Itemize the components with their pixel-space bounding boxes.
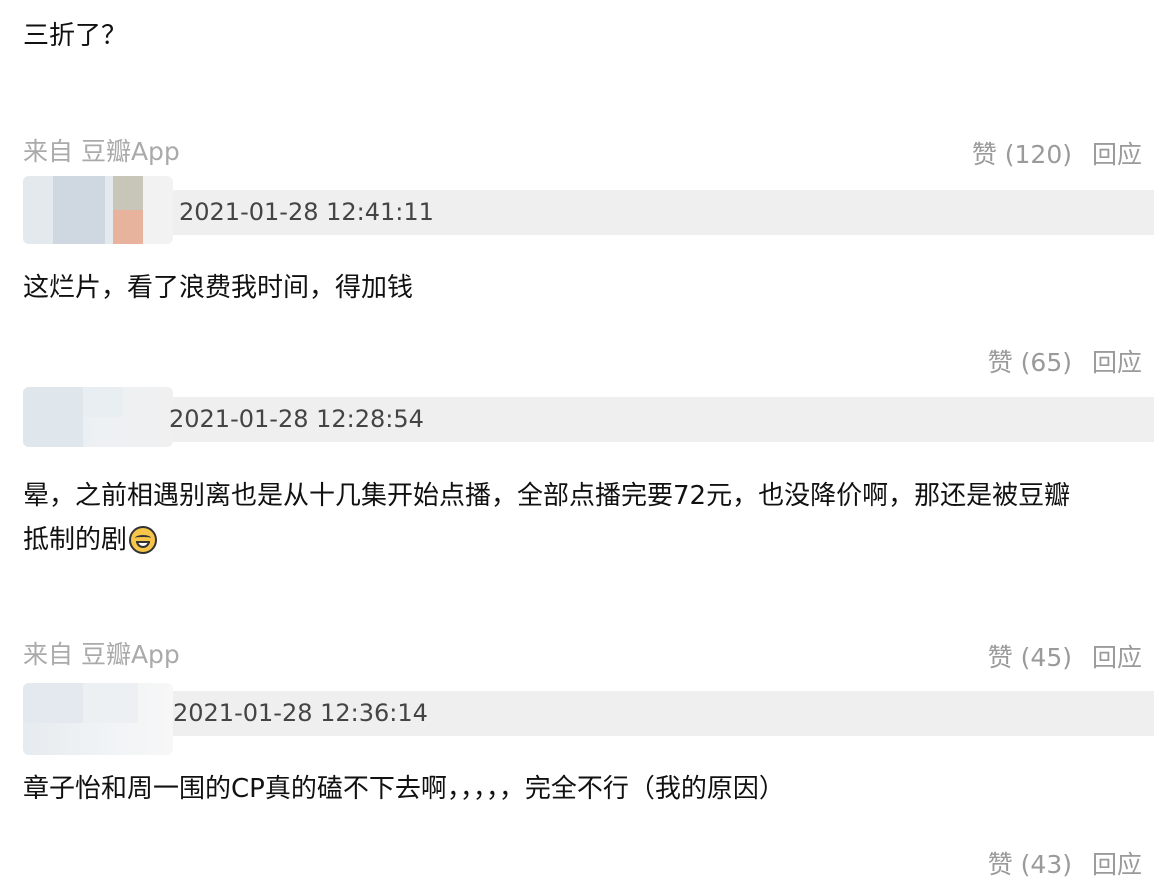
avatar[interactable] xyxy=(23,387,173,447)
comment-text: 章子怡和周一围的CP真的磕不下去啊，，，，，完全不行（我的原因） xyxy=(23,774,785,804)
like-button[interactable]: 赞 (65) xyxy=(988,348,1072,377)
reply-button[interactable]: 回应 xyxy=(1092,140,1142,169)
comment-meta-bar: 2021-01-28 12:28:54 xyxy=(23,387,1154,447)
source-label: 来自 豆瓣App xyxy=(23,640,180,669)
avatar-blur-block xyxy=(53,176,105,244)
avatar-blur-block xyxy=(23,387,83,447)
avatar-blur-block xyxy=(23,683,83,723)
source-label: 来自 豆瓣App xyxy=(23,137,180,166)
reply-button[interactable]: 回应 xyxy=(1092,348,1142,377)
avatar-blur-block xyxy=(143,176,173,244)
comment-actions: 赞 (43) 回应 xyxy=(988,845,1142,881)
avatar-blur-block xyxy=(83,683,138,723)
comment-meta-bar: 2021-01-28 12:41:11 xyxy=(23,176,1154,244)
reply-button[interactable]: 回应 xyxy=(1092,850,1142,879)
timestamp: 2021-01-28 12:28:54 xyxy=(169,405,424,433)
like-button[interactable]: 赞 (43) xyxy=(988,850,1072,879)
comment-actions: 赞 (65) 回应 xyxy=(988,343,1142,379)
comment-text-line: 抵制的剧 xyxy=(23,518,158,562)
timestamp: 2021-01-28 12:36:14 xyxy=(173,699,428,727)
avatar[interactable] xyxy=(23,683,173,755)
avatar-blur-block xyxy=(113,210,143,244)
reply-button[interactable]: 回应 xyxy=(1092,643,1142,672)
like-button[interactable]: 赞 (45) xyxy=(988,643,1072,672)
comment-text-line: 晕，之前相遇别离也是从十几集开始点播，全部点播完要72元，也没降价啊，那还是被豆… xyxy=(23,481,1071,511)
avatar[interactable] xyxy=(23,176,173,244)
comment-text-fragment: 抵制的剧 xyxy=(23,525,128,555)
avatar-blur-block xyxy=(113,176,143,210)
comment-text: 这烂片，看了浪费我时间，得加钱 xyxy=(23,273,414,303)
comment-meta-bar: 2021-01-28 12:36:14 xyxy=(23,683,1154,755)
comment-actions: 赞 (45) 回应 xyxy=(988,638,1142,674)
laughing-with-tears-emoji-icon xyxy=(129,526,158,554)
timestamp: 2021-01-28 12:41:11 xyxy=(179,198,434,226)
avatar-blur-block xyxy=(83,387,123,417)
comment-actions: 赞 (120) 回应 xyxy=(972,135,1142,171)
like-button[interactable]: 赞 (120) xyxy=(972,140,1072,169)
comment-text: 三折了？ xyxy=(23,21,128,51)
